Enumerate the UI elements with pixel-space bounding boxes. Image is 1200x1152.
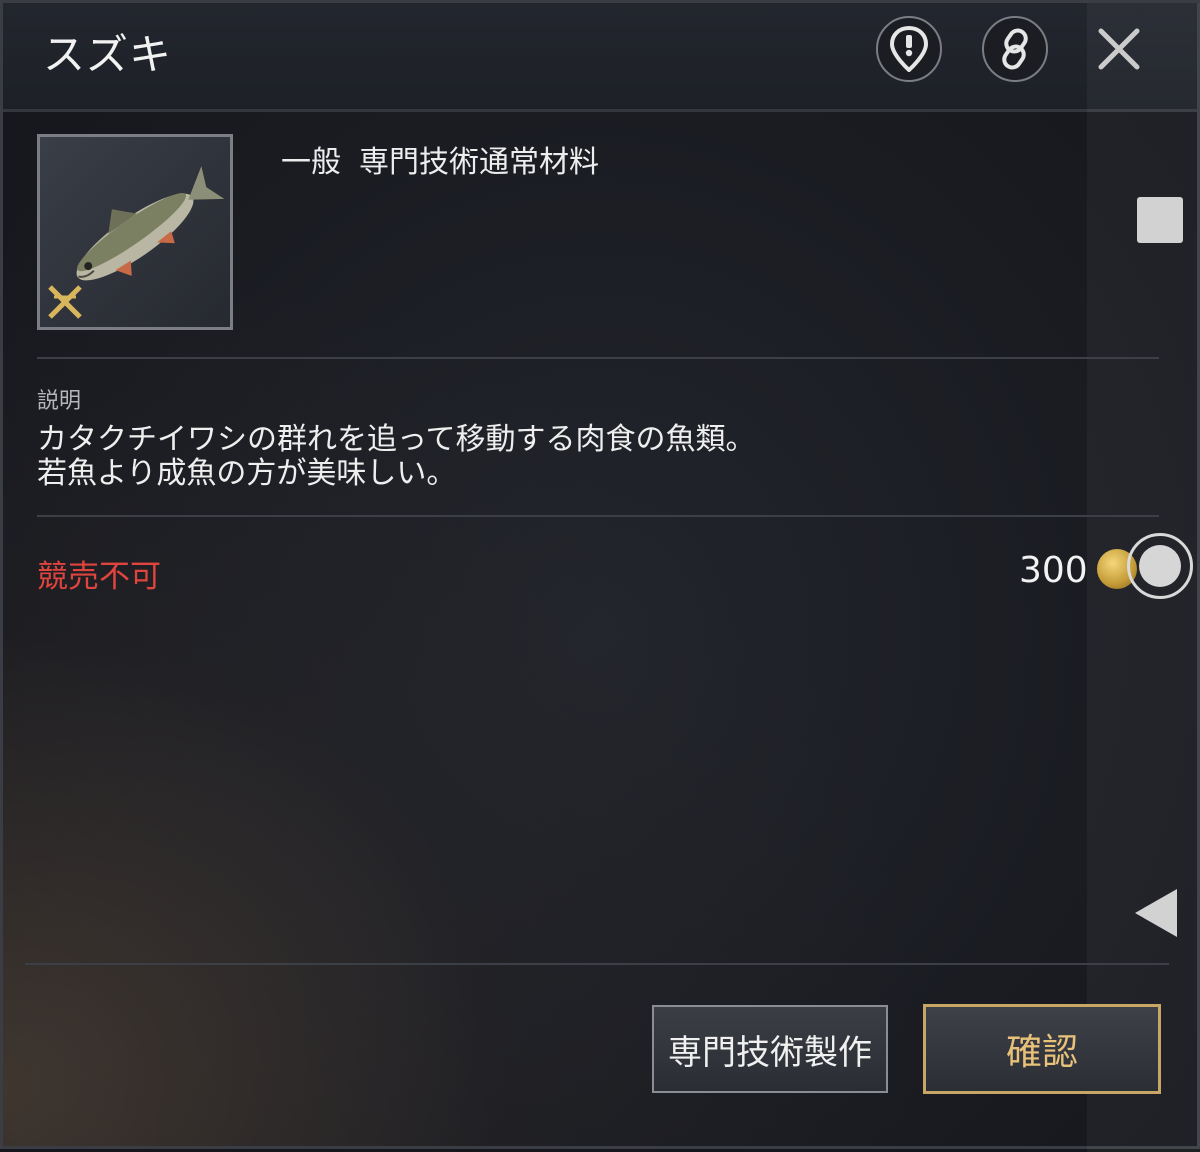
- divider-bottom: [25, 963, 1169, 965]
- description-text: カタクチイワシの群れを追って移動する肉食の魚類。 若魚より成魚の方が美味しい。: [37, 423, 1037, 491]
- location-pin-alert-icon: [889, 26, 929, 72]
- auction-status: 競売不可: [37, 559, 161, 595]
- item-grade: 一般: [281, 145, 341, 180]
- description-line-2: 若魚より成魚の方が美味しい。: [37, 456, 457, 491]
- divider-middle: [37, 515, 1159, 517]
- divider-top: [37, 357, 1159, 359]
- back-triangle-icon: [1135, 889, 1177, 937]
- item-detail-dialog: スズキ 一般 専門技術通常材料 説明 カタクチイワシの群れを追って移動する肉食の…: [0, 0, 1200, 1152]
- link-button[interactable]: [982, 16, 1048, 82]
- chain-link-icon: [1002, 28, 1028, 70]
- craft-button[interactable]: 専門技術製作: [652, 1005, 888, 1093]
- item-type-line: 一般 専門技術通常材料: [281, 137, 617, 181]
- sell-price: 300: [1019, 550, 1088, 591]
- item-category: 専門技術通常材料: [359, 145, 599, 180]
- dialog-title: スズキ: [43, 30, 173, 79]
- overlay-back-button[interactable]: [1133, 887, 1179, 943]
- description-label: 説明: [37, 389, 82, 414]
- pin-button[interactable]: [876, 16, 942, 82]
- dialog-header: スズキ: [3, 3, 1197, 112]
- description-line-1: カタクチイワシの群れを追って移動する肉食の魚類。: [37, 422, 756, 457]
- item-image-frame: [37, 134, 233, 330]
- overlay-home-button[interactable]: [1127, 533, 1193, 599]
- overlay-square-button[interactable]: [1137, 197, 1183, 243]
- confirm-button[interactable]: 確認: [923, 1004, 1161, 1094]
- sea-bass-fish-icon: [48, 166, 225, 319]
